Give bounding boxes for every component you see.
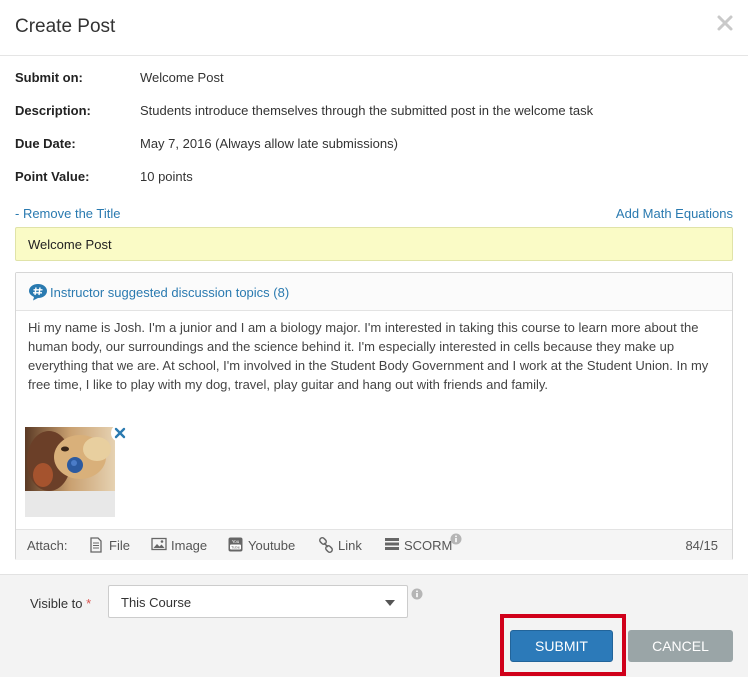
attach-youtube-button[interactable]: You Tube Youtube xyxy=(228,536,308,554)
attach-link-label: Link xyxy=(338,538,362,553)
post-editor: Instructor suggested discussion topics (… xyxy=(15,272,733,560)
submit-on-value: Welcome Post xyxy=(140,70,224,85)
svg-text:Tube: Tube xyxy=(231,545,241,550)
post-title-input[interactable] xyxy=(15,227,733,261)
chevron-down-icon xyxy=(385,600,395,606)
attach-scorm-label: SCORM xyxy=(404,538,453,553)
image-icon xyxy=(151,537,167,551)
cancel-button[interactable]: CANCEL xyxy=(628,630,733,662)
visible-to-value: This Course xyxy=(121,595,192,610)
attach-image-button[interactable]: Image xyxy=(151,536,213,554)
attach-file-button[interactable]: File xyxy=(89,536,139,554)
required-mark: * xyxy=(86,596,92,611)
attached-image-thumbnail[interactable] xyxy=(25,424,129,517)
description-label: Description: xyxy=(15,103,91,118)
description-value: Students introduce themselves through th… xyxy=(140,103,594,118)
close-icon xyxy=(717,15,733,31)
dog-photo xyxy=(25,427,115,491)
point-value-value: 10 points xyxy=(140,169,193,184)
scorm-icon xyxy=(385,538,399,550)
info-icon[interactable] xyxy=(411,588,423,600)
remove-title-link[interactable]: - Remove the Title xyxy=(15,206,121,221)
discussion-topics-link[interactable]: Instructor suggested discussion topics (… xyxy=(50,285,289,300)
point-value-label: Point Value: xyxy=(15,169,90,184)
file-icon xyxy=(90,537,102,553)
youtube-icon: You Tube xyxy=(228,537,243,552)
link-icon xyxy=(319,537,333,553)
attach-file-label: File xyxy=(109,538,130,553)
dialog-header: Create Post xyxy=(0,0,748,56)
attach-link-button[interactable]: Link xyxy=(318,536,368,554)
remove-x-icon xyxy=(114,427,126,439)
due-date-value: May 7, 2016 (Always allow late submissio… xyxy=(140,136,398,151)
dialog-title: Create Post xyxy=(15,16,116,37)
hashtag-speech-bubble-icon xyxy=(29,284,47,301)
attach-toolbar: Attach: File Image You Tube Youtube Link… xyxy=(16,529,732,560)
character-count: 84/15 xyxy=(685,538,718,553)
visible-to-label: Visible to * xyxy=(30,596,91,611)
attach-label: Attach: xyxy=(27,538,68,553)
visible-to-select[interactable]: This Course xyxy=(108,585,408,618)
visible-to-text: Visible to xyxy=(30,596,83,611)
remove-image-button[interactable] xyxy=(111,424,129,442)
dialog-footer: Visible to * This Course SUBMIT CANCEL xyxy=(0,574,748,677)
submit-on-label: Submit on: xyxy=(15,70,83,85)
info-icon xyxy=(450,533,462,545)
svg-text:You: You xyxy=(232,539,240,544)
submit-button[interactable]: SUBMIT xyxy=(510,630,613,662)
post-body-text[interactable]: Hi my name is Josh. I'm a junior and I a… xyxy=(28,318,718,394)
attach-youtube-label: Youtube xyxy=(248,538,296,553)
editor-topics-bar: Instructor suggested discussion topics (… xyxy=(16,273,732,311)
attach-scorm-button[interactable]: SCORM xyxy=(384,533,468,554)
due-date-label: Due Date: xyxy=(15,136,76,151)
attach-image-label: Image xyxy=(171,538,208,553)
close-button[interactable] xyxy=(716,14,734,32)
add-math-equations-link[interactable]: Add Math Equations xyxy=(616,206,733,221)
